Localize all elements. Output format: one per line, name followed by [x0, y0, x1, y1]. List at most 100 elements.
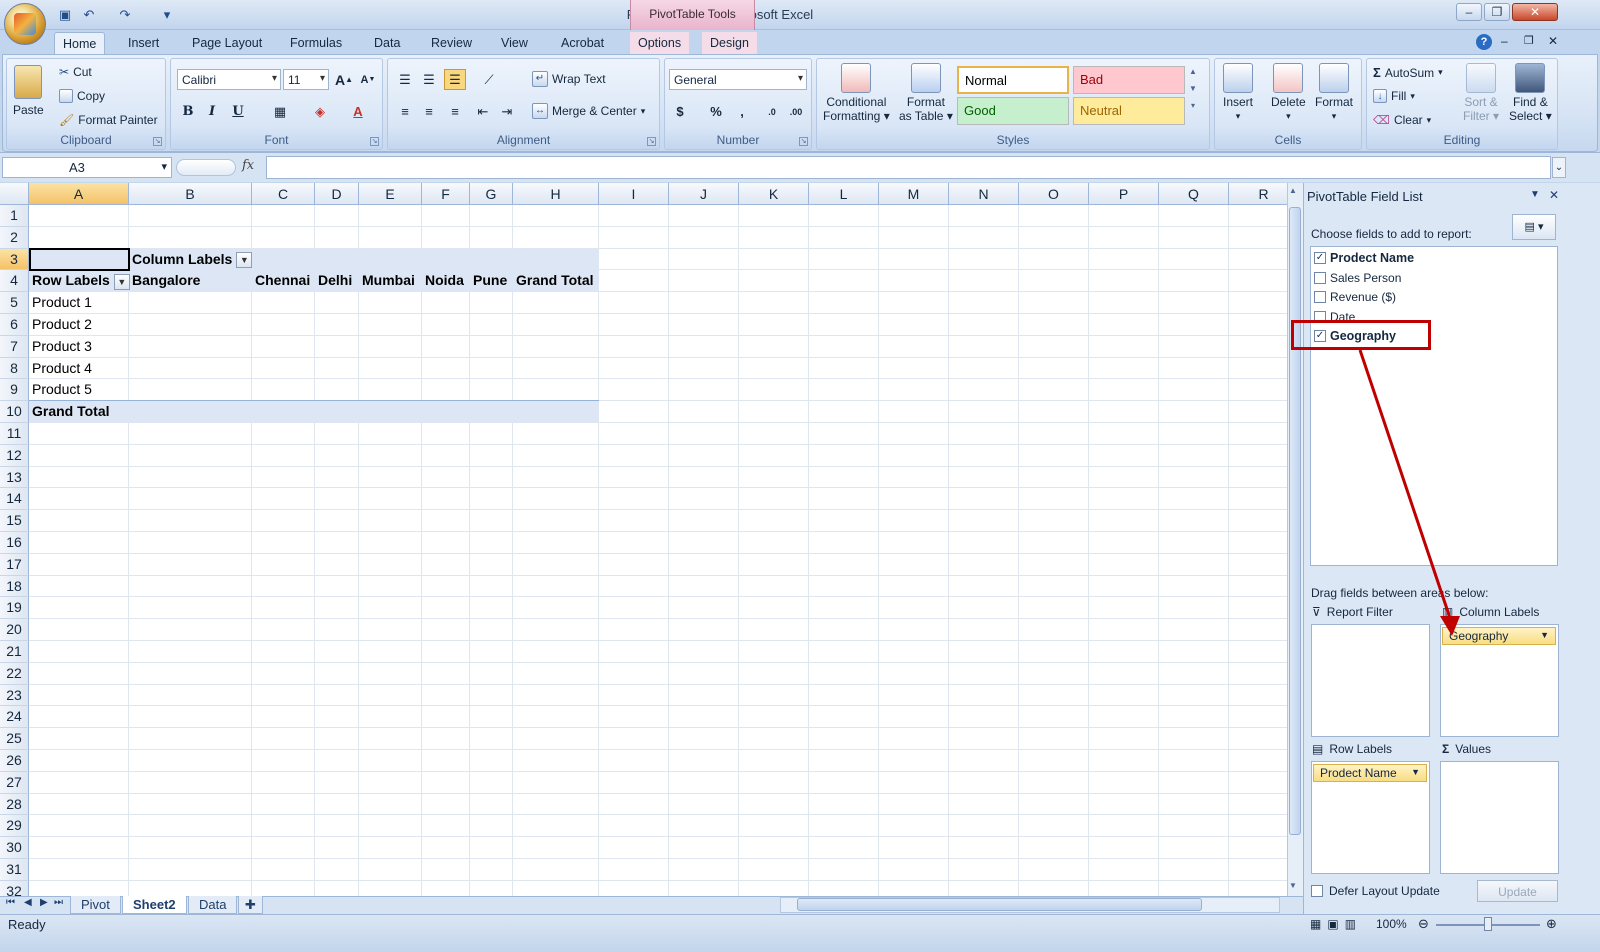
restore-button[interactable]: ❐ [1484, 3, 1510, 21]
field-checkbox[interactable]: ✓ [1314, 252, 1326, 264]
column-header-m[interactable]: M [879, 183, 949, 205]
column-header-e[interactable]: E [359, 183, 422, 205]
borders-icon[interactable]: ▦ [269, 101, 291, 122]
sheet-tab-pivot[interactable]: Pivot [70, 896, 121, 914]
tab-view[interactable]: View [493, 32, 536, 54]
format-cells-button[interactable]: Format ▾ [1315, 63, 1353, 123]
zoom-in-icon[interactable]: ⊕ [1546, 916, 1557, 932]
percent-button[interactable]: % [705, 101, 727, 122]
font-color-button[interactable]: A [347, 101, 369, 122]
row-header-17[interactable]: 17 [0, 553, 29, 576]
prev-sheet-icon[interactable]: ◀ [24, 897, 32, 908]
pane-close-icon[interactable]: ✕ [1549, 188, 1559, 202]
update-button[interactable]: Update [1477, 880, 1558, 902]
field-item-prodect-name[interactable]: ✓ Prodect Name [1314, 251, 1414, 265]
tab-review[interactable]: Review [423, 32, 480, 54]
column-header-j[interactable]: J [669, 183, 739, 205]
row-header-28[interactable]: 28 [0, 793, 29, 816]
row-header-22[interactable]: 22 [0, 662, 29, 685]
format-painter-button[interactable]: 🖌 Format Painter [59, 113, 158, 127]
conditional-formatting-button[interactable]: Conditional Formatting ▾ [823, 63, 890, 123]
wrap-text-button[interactable]: ↵ Wrap Text [532, 71, 606, 87]
font-launcher-icon[interactable]: ↘ [370, 137, 379, 146]
copy-button[interactable]: Copy [59, 89, 105, 103]
delete-cells-button[interactable]: Delete ▾ [1271, 63, 1306, 123]
field-checkbox[interactable] [1314, 272, 1326, 284]
row-header-18[interactable]: 18 [0, 575, 29, 598]
fill-color-icon[interactable]: ◈ [309, 101, 331, 122]
pivot-col-header[interactable]: Mumbai [359, 272, 415, 288]
row-header-1[interactable]: 1 [0, 205, 29, 227]
row-header-12[interactable]: 12 [0, 444, 29, 467]
pivot-col-header[interactable]: Bangalore [129, 272, 200, 288]
page-break-view-icon[interactable]: ▥ [1345, 917, 1356, 931]
column-header-o[interactable]: O [1019, 183, 1089, 205]
tab-data[interactable]: Data [366, 32, 408, 54]
values-area[interactable] [1440, 761, 1559, 874]
clipboard-launcher-icon[interactable]: ↘ [153, 137, 162, 146]
row-field-prodect-name[interactable]: Prodect Name [1313, 764, 1427, 782]
pivot-row-item[interactable]: Product 1 [29, 294, 92, 310]
tab-home[interactable]: Home [54, 32, 106, 54]
select-all-corner[interactable] [0, 183, 29, 205]
align-middle-icon[interactable]: ☰ [418, 69, 440, 90]
row-header-30[interactable]: 30 [0, 837, 29, 859]
italic-button[interactable]: I [201, 101, 223, 122]
worksheet-grid[interactable]: ABCDEFGHIJKLMNOPQR 1 2 3 4 5 6 7 8 9 10 11 12 13 14 15… [0, 183, 1290, 896]
column-header-i[interactable]: I [599, 183, 669, 205]
align-top-icon[interactable]: ☰ [394, 69, 416, 90]
align-center-icon[interactable]: ≡ [418, 101, 440, 122]
column-header-f[interactable]: F [422, 183, 470, 205]
pivot-column-labels-filter-icon[interactable]: ▼ [236, 251, 253, 268]
row-header-11[interactable]: 11 [0, 423, 29, 445]
tab-insert[interactable]: Insert [120, 32, 167, 54]
formula-input[interactable] [266, 156, 1551, 179]
align-right-icon[interactable]: ≡ [444, 101, 466, 122]
style-neutral[interactable]: Neutral [1073, 97, 1185, 125]
alignment-launcher-icon[interactable]: ↘ [647, 137, 656, 146]
row-header-16[interactable]: 16 [0, 532, 29, 554]
close-button[interactable]: ✕ [1512, 3, 1558, 21]
sheet-tab-sheet2[interactable]: Sheet2 [122, 896, 187, 914]
row-header-25[interactable]: 25 [0, 728, 29, 750]
pivot-col-header[interactable]: Pune [470, 272, 507, 288]
row-header-3[interactable]: 3 [0, 248, 29, 271]
style-good[interactable]: Good [957, 97, 1069, 125]
row-header-31[interactable]: 31 [0, 859, 29, 881]
column-header-d[interactable]: D [315, 183, 359, 205]
pivot-row-item[interactable]: Product 2 [29, 316, 92, 332]
pivot-row-item[interactable]: Product 5 [29, 381, 92, 397]
last-sheet-icon[interactable]: ⏭ [54, 897, 63, 908]
number-format-select[interactable]: General [669, 69, 807, 90]
row-header-10[interactable]: 10 [0, 401, 29, 423]
page-layout-view-icon[interactable]: ▣ [1327, 917, 1338, 931]
row-header-9[interactable]: 9 [0, 379, 29, 402]
find-select-button[interactable]: Find & Select ▾ [1509, 63, 1552, 123]
minimize-button[interactable]: – [1456, 3, 1482, 21]
field-item-sales-person[interactable]: Sales Person [1314, 271, 1401, 285]
tab-acrobat[interactable]: Acrobat [553, 32, 612, 54]
defer-layout-checkbox[interactable] [1311, 885, 1323, 897]
scroll-down-icon[interactable]: ▼ [1289, 881, 1297, 890]
zoom-slider-handle[interactable] [1484, 917, 1492, 931]
tab-options[interactable]: Options [630, 32, 690, 54]
autosum-button[interactable]: Σ AutoSum ▾ [1373, 65, 1443, 80]
currency-button[interactable]: $ [669, 101, 691, 122]
format-as-table-button[interactable]: Format as Table ▾ [899, 63, 953, 123]
row-header-32[interactable]: 32 [0, 880, 29, 896]
decrease-decimal-button[interactable]: .00 [785, 101, 807, 122]
row-header-2[interactable]: 2 [0, 226, 29, 249]
row-header-24[interactable]: 24 [0, 706, 29, 729]
merge-center-button[interactable]: ↔ Merge & Center ▾ [532, 103, 645, 119]
pivot-col-header[interactable]: Chennai [252, 272, 310, 288]
tab-page-layout[interactable]: Page Layout [184, 32, 270, 54]
font-name-select[interactable]: Calibri [177, 69, 281, 90]
row-header-6[interactable]: 6 [0, 314, 29, 336]
office-button-icon[interactable] [4, 3, 46, 45]
styles-scroll-icon[interactable]: ▲ ▼ ▾ [1189, 67, 1197, 110]
sheet-tab-data[interactable]: Data [188, 896, 238, 914]
style-normal[interactable]: Normal [957, 66, 1069, 94]
row-header-5[interactable]: 5 [0, 292, 29, 314]
decrease-indent-icon[interactable]: ⇤ [472, 101, 494, 122]
insert-cells-button[interactable]: Insert ▾ [1223, 63, 1253, 123]
